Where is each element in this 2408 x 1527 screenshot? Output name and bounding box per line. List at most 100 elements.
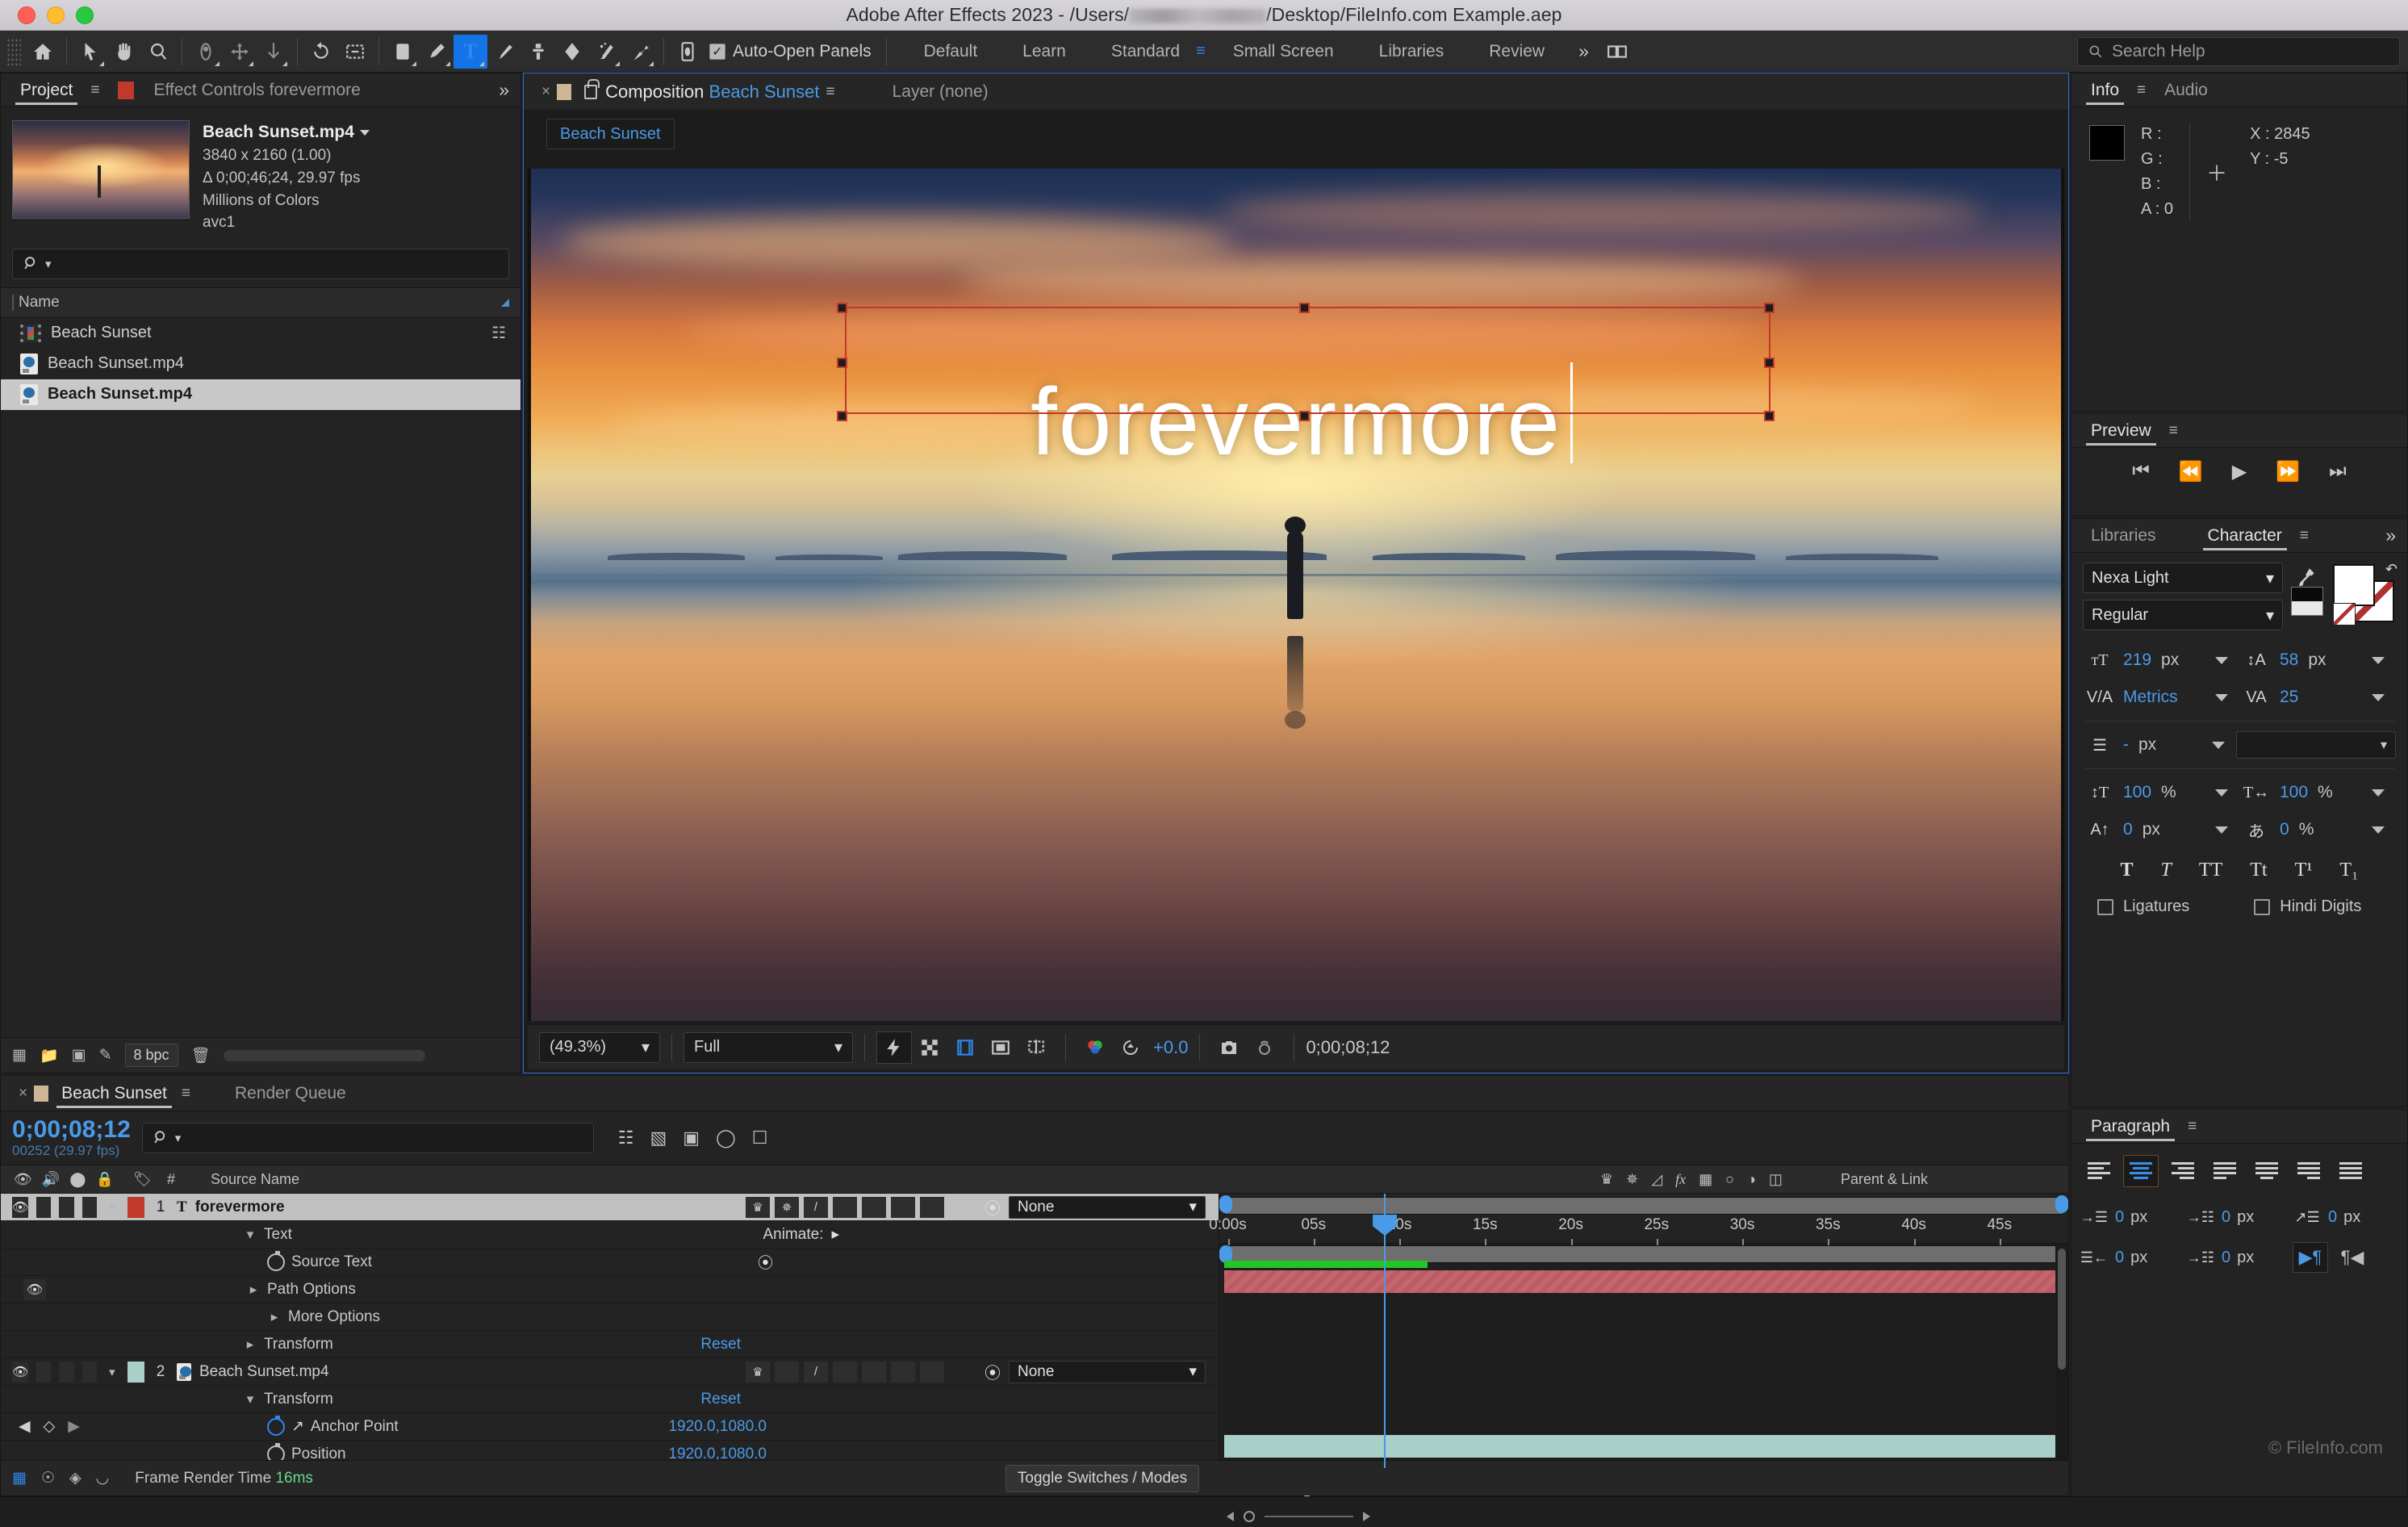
tab-paragraph[interactable]: Paragraph bbox=[2083, 1110, 2178, 1144]
column-name-label[interactable]: Name bbox=[19, 294, 60, 312]
chevron-down-icon[interactable] bbox=[2212, 741, 2225, 749]
region-of-interest-icon[interactable] bbox=[338, 35, 372, 69]
justify-last-center-button[interactable] bbox=[2249, 1155, 2285, 1187]
parent-select[interactable]: None ▾ bbox=[1009, 1195, 1206, 1219]
next-frame-button[interactable]: ⏩ bbox=[2276, 460, 2300, 483]
property-row[interactable]: ▸ Transform Reset bbox=[1, 1331, 1219, 1358]
play-button[interactable]: ▶ bbox=[2232, 460, 2247, 483]
layer-tab[interactable]: Layer (none) bbox=[893, 82, 989, 102]
hide-shy-layers-icon[interactable]: ▣ bbox=[683, 1127, 700, 1148]
property-text-group[interactable]: ▾ Text bbox=[243, 1226, 292, 1244]
property-more-options[interactable]: ▸ More Options bbox=[267, 1308, 380, 1326]
workspace-tab-review[interactable]: Review bbox=[1466, 31, 1567, 73]
tab-preview[interactable]: Preview bbox=[2083, 414, 2159, 448]
layer-parent-link[interactable]: ⦿ None ▾ bbox=[976, 1195, 1219, 1219]
title-action-safe-icon[interactable] bbox=[947, 1031, 983, 1064]
clone-stamp-icon[interactable] bbox=[521, 35, 555, 69]
workspace-tab-libraries[interactable]: Libraries bbox=[1357, 31, 1467, 73]
timeline-panel-menu-icon[interactable]: ≡ bbox=[175, 1085, 198, 1102]
track-row[interactable] bbox=[1219, 1350, 2068, 1378]
chevron-down-icon[interactable] bbox=[2215, 656, 2228, 664]
effects-toggle[interactable] bbox=[833, 1361, 857, 1383]
shy-toggle[interactable]: ♛ bbox=[746, 1361, 770, 1383]
next-keyframe-icon[interactable]: ▶ bbox=[68, 1417, 80, 1436]
expand-layer-icon[interactable]: ▾ bbox=[105, 1200, 119, 1215]
selection-handle[interactable] bbox=[1298, 302, 1310, 313]
project-overflow-icon[interactable]: » bbox=[487, 79, 520, 101]
baseline-shift-field[interactable]: A↑ 0 px bbox=[2083, 816, 2239, 843]
expand-layer-icon[interactable]: ▾ bbox=[105, 1365, 119, 1379]
track-row[interactable] bbox=[1219, 1295, 2068, 1323]
chevron-down-icon[interactable] bbox=[2372, 656, 2385, 664]
pickwhip-icon[interactable]: ⦿ bbox=[985, 1360, 1001, 1383]
fill-color-swatch[interactable] bbox=[2333, 564, 2375, 606]
hindi-digits-checkbox-row[interactable]: Hindi Digits bbox=[2254, 897, 2361, 916]
kerning-field[interactable]: V/A Metrics bbox=[2083, 684, 2239, 711]
property-transform-group[interactable]: ▾ Transform bbox=[243, 1391, 333, 1408]
zoom-in-icon[interactable] bbox=[1363, 1512, 1370, 1521]
property-anchor-point[interactable]: ↗ Anchor Point bbox=[267, 1415, 399, 1436]
layer-source-name[interactable]: T forevermore bbox=[177, 1199, 742, 1216]
track-row[interactable] bbox=[1219, 1433, 2068, 1460]
track-row[interactable] bbox=[1219, 1268, 2068, 1295]
solo-toggle[interactable] bbox=[59, 1196, 74, 1218]
toolbar-grip[interactable] bbox=[6, 37, 21, 65]
lock-toggle[interactable] bbox=[82, 1196, 97, 1218]
interpret-footage-icon[interactable]: ✎ bbox=[99, 1046, 112, 1065]
track-row[interactable] bbox=[1219, 1405, 2068, 1433]
toggle-switches-modes-button[interactable]: Toggle Switches / Modes bbox=[1005, 1464, 1200, 1492]
audio-toggle[interactable] bbox=[36, 1361, 52, 1383]
search-dropdown-icon[interactable]: ▾ bbox=[45, 257, 52, 271]
composition-nav-icon[interactable]: ▦ bbox=[12, 1469, 27, 1487]
transparency-grid-icon[interactable] bbox=[912, 1031, 947, 1064]
parent-select[interactable]: None ▾ bbox=[1009, 1360, 1206, 1383]
property-row[interactable]: Source Text ⦿ bbox=[1, 1249, 1219, 1276]
shape-tool-icon[interactable] bbox=[386, 35, 420, 69]
expression-pickwhip-icon[interactable]: ⦿ bbox=[758, 1251, 773, 1273]
orbit-tool-icon[interactable] bbox=[189, 35, 223, 69]
workspace-menu-icon[interactable]: ≡ bbox=[1191, 42, 1210, 61]
preview-panel-menu-icon[interactable]: ≡ bbox=[2163, 422, 2185, 440]
selection-handle[interactable] bbox=[1764, 302, 1775, 313]
checkbox-unchecked-icon[interactable] bbox=[2097, 898, 2113, 915]
list-item[interactable]: Beach Sunset.mp4 bbox=[1, 379, 520, 410]
info-panel-menu-icon[interactable]: ≡ bbox=[2130, 82, 2153, 99]
comp-flowchart-icon[interactable]: ☷ bbox=[491, 323, 506, 343]
list-item[interactable]: Beach Sunset.mp4 bbox=[1, 349, 520, 379]
leading-field[interactable]: ↕A 58 px bbox=[2239, 646, 2396, 674]
justify-last-right-button[interactable] bbox=[2291, 1155, 2326, 1187]
composition-viewer[interactable]: forevermore bbox=[528, 169, 2064, 1021]
reset-link[interactable]: Reset bbox=[700, 1391, 741, 1408]
solo-toggle[interactable] bbox=[59, 1361, 74, 1383]
work-area-start-handle[interactable] bbox=[1219, 1195, 1232, 1213]
collapse-transform-toggle[interactable]: ✵ bbox=[775, 1196, 799, 1218]
vertical-scale-field[interactable]: ↕T 100 % bbox=[2083, 779, 2239, 806]
tab-effect-controls[interactable]: Effect Controls forevermore bbox=[145, 73, 368, 107]
tab-render-queue[interactable]: Render Queue bbox=[227, 1077, 354, 1111]
bit-depth-button[interactable]: 8 bpc bbox=[124, 1044, 178, 1067]
composition-mini-flowchart-icon[interactable]: ☷ bbox=[618, 1127, 634, 1148]
chevron-down-icon[interactable] bbox=[2215, 789, 2228, 797]
chevron-right-icon[interactable]: ▸ bbox=[243, 1337, 257, 1353]
lock-icon[interactable] bbox=[584, 78, 600, 99]
auto-open-panels-toggle[interactable]: ✓ Auto-Open Panels bbox=[709, 42, 872, 61]
eraser-tool-icon[interactable] bbox=[555, 35, 589, 69]
table-row[interactable]: 👁 ▾ 1 T forevermore ♛ ✵ / ⦿ None ▾ bbox=[1, 1194, 1219, 1221]
chevron-right-icon[interactable]: ▸ bbox=[267, 1309, 282, 1325]
collapse-transform-toggle[interactable] bbox=[775, 1361, 799, 1383]
pickwhip-icon[interactable]: ⦿ bbox=[985, 1195, 1001, 1219]
frame-blending-icon[interactable]: ◯ bbox=[716, 1127, 736, 1148]
small-caps-button[interactable]: Tt bbox=[2250, 860, 2267, 881]
property-row[interactable]: ▾ Text Animate: ▸ bbox=[1, 1221, 1219, 1249]
zoom-level-select[interactable]: (49.3%) ▾ bbox=[539, 1031, 660, 1063]
close-tab-icon[interactable]: × bbox=[535, 83, 557, 101]
layer-label-color[interactable] bbox=[128, 1196, 144, 1218]
property-source-text[interactable]: Source Text bbox=[267, 1250, 372, 1271]
project-zoom-slider[interactable] bbox=[223, 1049, 425, 1061]
table-row[interactable]: 👁 ▾ 2 Beach Sunset.mp4 ♛ / ⦿ None ▾ bbox=[1, 1358, 1219, 1386]
composition-timecode[interactable]: 0;00;08;12 bbox=[1306, 1037, 1390, 1058]
character-overflow-icon[interactable]: » bbox=[2374, 525, 2407, 546]
previous-frame-button[interactable]: ⏪ bbox=[2179, 460, 2203, 483]
fast-preview-icon[interactable] bbox=[876, 1031, 912, 1064]
property-row[interactable]: ◀ ◇ ▶ ↗ Anchor Point 1920.0,1080.0 bbox=[1, 1413, 1219, 1441]
